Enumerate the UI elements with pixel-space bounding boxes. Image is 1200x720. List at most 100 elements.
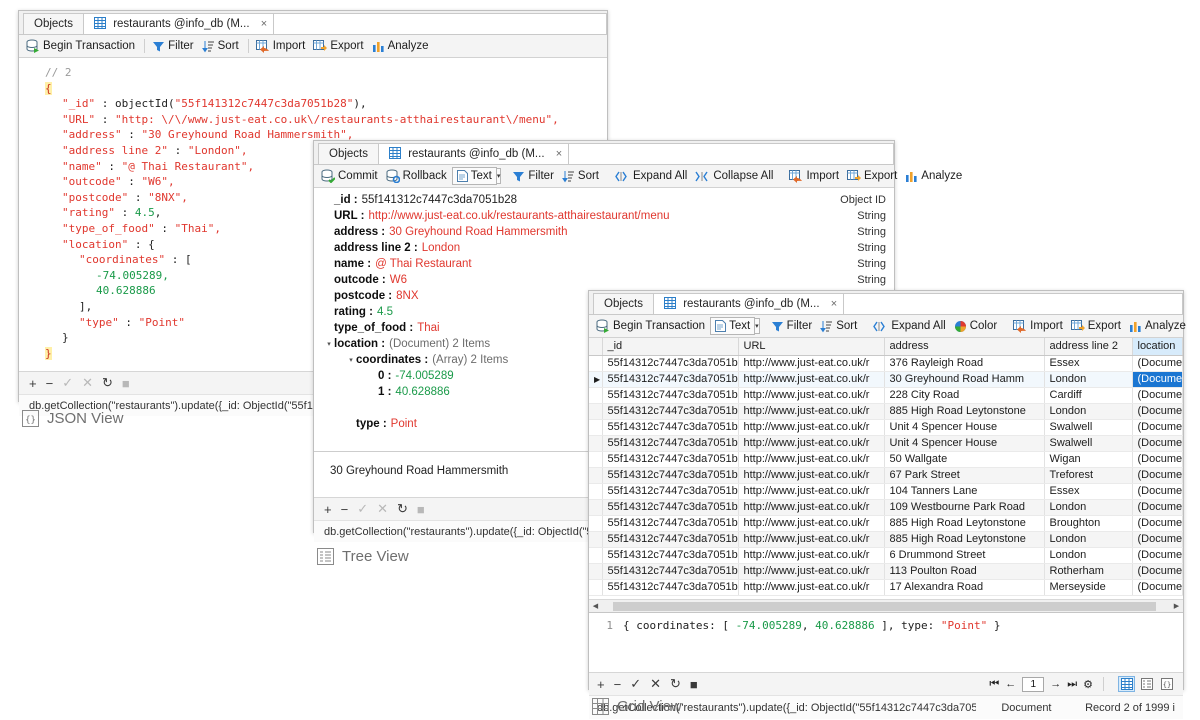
- tree-row[interactable]: outcode : W6 String: [314, 272, 894, 288]
- table-row[interactable]: 55f14312c7447c3da7051b2d http://www.just-…: [589, 547, 1183, 564]
- confirm-button[interactable]: ✓: [357, 501, 368, 517]
- table-cell-location[interactable]: (Document) 2 Fields: [1132, 499, 1183, 516]
- table-row[interactable]: 55f14312c7447c3da7051b2f http://www.just-…: [589, 419, 1183, 436]
- table-row[interactable]: 55f14312c7447c3da7051b30 http://www.just-…: [589, 435, 1183, 452]
- text-mode-dropdown[interactable]: ▾: [496, 168, 502, 184]
- tree-row-value[interactable]: (Array) 2 Items: [432, 354, 508, 366]
- confirm-button[interactable]: ✓: [62, 375, 73, 391]
- last-record-button[interactable]: ⏭: [1067, 678, 1077, 691]
- table-cell-location[interactable]: (Document) 2 Fields: [1132, 387, 1183, 404]
- table-cell--id[interactable]: 55f14312c7447c3da7051b33: [602, 483, 739, 500]
- table-cell--id[interactable]: 55f14312c7447c3da7051b30: [602, 435, 739, 452]
- column-header-_id[interactable]: _id: [602, 338, 739, 356]
- grid-mode-button[interactable]: [1118, 676, 1135, 692]
- cancel-button[interactable]: ✕: [377, 501, 388, 517]
- table-cell-URL[interactable]: http://www.just-eat.co.uk/r: [738, 515, 885, 532]
- table-row[interactable]: 55f14312c7447c3da7051b2c http://www.just-…: [589, 531, 1183, 548]
- row-header[interactable]: [589, 403, 603, 420]
- table-cell-address-line-2[interactable]: Swalwell: [1044, 435, 1133, 452]
- tab-objects[interactable]: Objects: [318, 143, 379, 164]
- tree-row[interactable]: URL : http://www.just-eat.co.uk/restauran…: [314, 208, 894, 224]
- table-cell--id[interactable]: 55f14312c7447c3da7051b28: [602, 371, 739, 388]
- tree-row-value[interactable]: 8NX: [396, 290, 418, 302]
- table-cell-address[interactable]: 376 Rayleigh Road: [884, 355, 1045, 372]
- column-header-address[interactable]: address: [884, 338, 1045, 356]
- table-row[interactable]: 55f14312c7447c3da7051b35 http://www.just-…: [589, 579, 1183, 596]
- cancel-button[interactable]: ✕: [650, 676, 661, 692]
- gear-icon[interactable]: ⚙: [1083, 678, 1093, 691]
- table-cell-URL[interactable]: http://www.just-eat.co.uk/r: [738, 435, 885, 452]
- rollback-button[interactable]: Rollback: [383, 168, 452, 184]
- table-cell--id[interactable]: 55f14312c7447c3da7051b2b: [602, 563, 739, 580]
- table-row[interactable]: 55f14312c7447c3da7051b2b http://www.just-…: [589, 563, 1183, 580]
- table-cell-address[interactable]: 885 High Road Leytonstone: [884, 531, 1045, 548]
- table-cell-address-line-2[interactable]: Broughton: [1044, 515, 1133, 532]
- sort-button[interactable]: Sort: [559, 169, 604, 184]
- table-cell-location[interactable]: (Document) 2 Fields: [1132, 483, 1183, 500]
- table-cell-address-line-2[interactable]: London: [1044, 371, 1133, 388]
- remove-button[interactable]: −: [341, 502, 349, 517]
- table-cell-address-line-2[interactable]: Merseyside: [1044, 579, 1133, 596]
- analyze-button[interactable]: Analyze: [1126, 319, 1191, 334]
- begin-transaction-button[interactable]: Begin Transaction: [23, 38, 140, 54]
- table-cell-location[interactable]: (Document) 2 Fields: [1132, 419, 1183, 436]
- import-button[interactable]: Import: [786, 169, 844, 184]
- scroll-track[interactable]: [603, 600, 1169, 612]
- next-record-button[interactable]: →: [1050, 678, 1061, 690]
- filter-button[interactable]: Filter: [149, 39, 199, 54]
- tree-row-value[interactable]: Point: [391, 418, 417, 430]
- refresh-button[interactable]: ↻: [397, 501, 408, 517]
- cell-value-preview[interactable]: 1{ coordinates: [ -74.005289, 40.628886 …: [589, 612, 1183, 672]
- refresh-button[interactable]: ↻: [102, 375, 113, 391]
- table-row[interactable]: 55f14312c7447c3da7051b33 http://www.just-…: [589, 483, 1183, 500]
- add-button[interactable]: +: [29, 376, 37, 391]
- export-button[interactable]: Export: [310, 39, 368, 54]
- grid-table-area[interactable]: _id URL address address line 2 location 55f1…: [589, 338, 1183, 599]
- current-row-indicator-icon[interactable]: ▶: [589, 371, 603, 388]
- row-header[interactable]: [589, 547, 603, 564]
- scroll-left-icon[interactable]: ◀: [589, 602, 602, 610]
- row-header[interactable]: [589, 451, 603, 468]
- table-row[interactable]: ▶ 55f14312c7447c3da7051b28 http://www.just…: [589, 371, 1183, 388]
- row-header[interactable]: [589, 515, 603, 532]
- tree-row-value[interactable]: 30 Greyhound Road Hammersmith: [389, 226, 567, 238]
- confirm-button[interactable]: ✓: [630, 676, 641, 692]
- table-cell--id[interactable]: 55f14312c7447c3da7051b2d: [602, 547, 739, 564]
- tree-row-value[interactable]: -74.005289: [395, 370, 453, 382]
- table-cell-address[interactable]: 50 Wallgate: [884, 451, 1045, 468]
- color-button[interactable]: Color: [951, 319, 1002, 334]
- table-cell--id[interactable]: 55f14312c7447c3da7051b34: [602, 499, 739, 516]
- table-cell-URL[interactable]: http://www.just-eat.co.uk/r: [738, 451, 885, 468]
- table-cell-URL[interactable]: http://www.just-eat.co.uk/r: [738, 371, 885, 388]
- table-cell-address-line-2[interactable]: Essex: [1044, 483, 1133, 500]
- table-row[interactable]: 55f14312c7447c3da7051b2a http://www.just-…: [589, 515, 1183, 532]
- tree-row-value[interactable]: 40.628886: [395, 386, 449, 398]
- table-row[interactable]: 55f14312c7447c3da7051b32 http://www.just-…: [589, 451, 1183, 468]
- row-header[interactable]: [589, 419, 603, 436]
- table-cell-URL[interactable]: http://www.just-eat.co.uk/r: [738, 547, 885, 564]
- table-cell-address-line-2[interactable]: Treforest: [1044, 467, 1133, 484]
- row-header[interactable]: [589, 563, 603, 580]
- collapse-all-button[interactable]: Collapse All: [692, 169, 778, 183]
- table-cell-location[interactable]: (Document) 2 Fields: [1132, 515, 1183, 532]
- refresh-button[interactable]: ↻: [670, 676, 681, 692]
- table-cell-address[interactable]: 67 Park Street: [884, 467, 1045, 484]
- horizontal-scrollbar[interactable]: ◀ ▶: [589, 599, 1183, 612]
- tab-restaurants[interactable]: restaurants @info_db (M... ×: [653, 293, 845, 314]
- tab-objects[interactable]: Objects: [23, 13, 84, 34]
- table-cell-address-line-2[interactable]: Rotherham: [1044, 563, 1133, 580]
- import-button[interactable]: Import: [253, 39, 311, 54]
- table-cell-address-line-2[interactable]: Essex: [1044, 355, 1133, 372]
- table-cell--id[interactable]: 55f14312c7447c3da7051b2e: [602, 403, 739, 420]
- table-cell-location[interactable]: (Document) 2 Fields: [1132, 579, 1183, 596]
- table-cell-address-line-2[interactable]: London: [1044, 499, 1133, 516]
- column-header-location[interactable]: location: [1132, 338, 1183, 356]
- table-cell--id[interactable]: 55f14312c7447c3da7051b35: [602, 579, 739, 596]
- table-cell-location[interactable]: (Document) 2 Fields: [1132, 403, 1183, 420]
- table-row[interactable]: 55f14312c7447c3da7051b34 http://www.just-…: [589, 499, 1183, 516]
- table-cell-URL[interactable]: http://www.just-eat.co.uk/r: [738, 483, 885, 500]
- table-cell-URL[interactable]: http://www.just-eat.co.uk/r: [738, 419, 885, 436]
- begin-transaction-button[interactable]: Begin Transaction: [593, 318, 710, 334]
- table-cell-address[interactable]: 6 Drummond Street: [884, 547, 1045, 564]
- analyze-button[interactable]: Analyze: [902, 169, 967, 184]
